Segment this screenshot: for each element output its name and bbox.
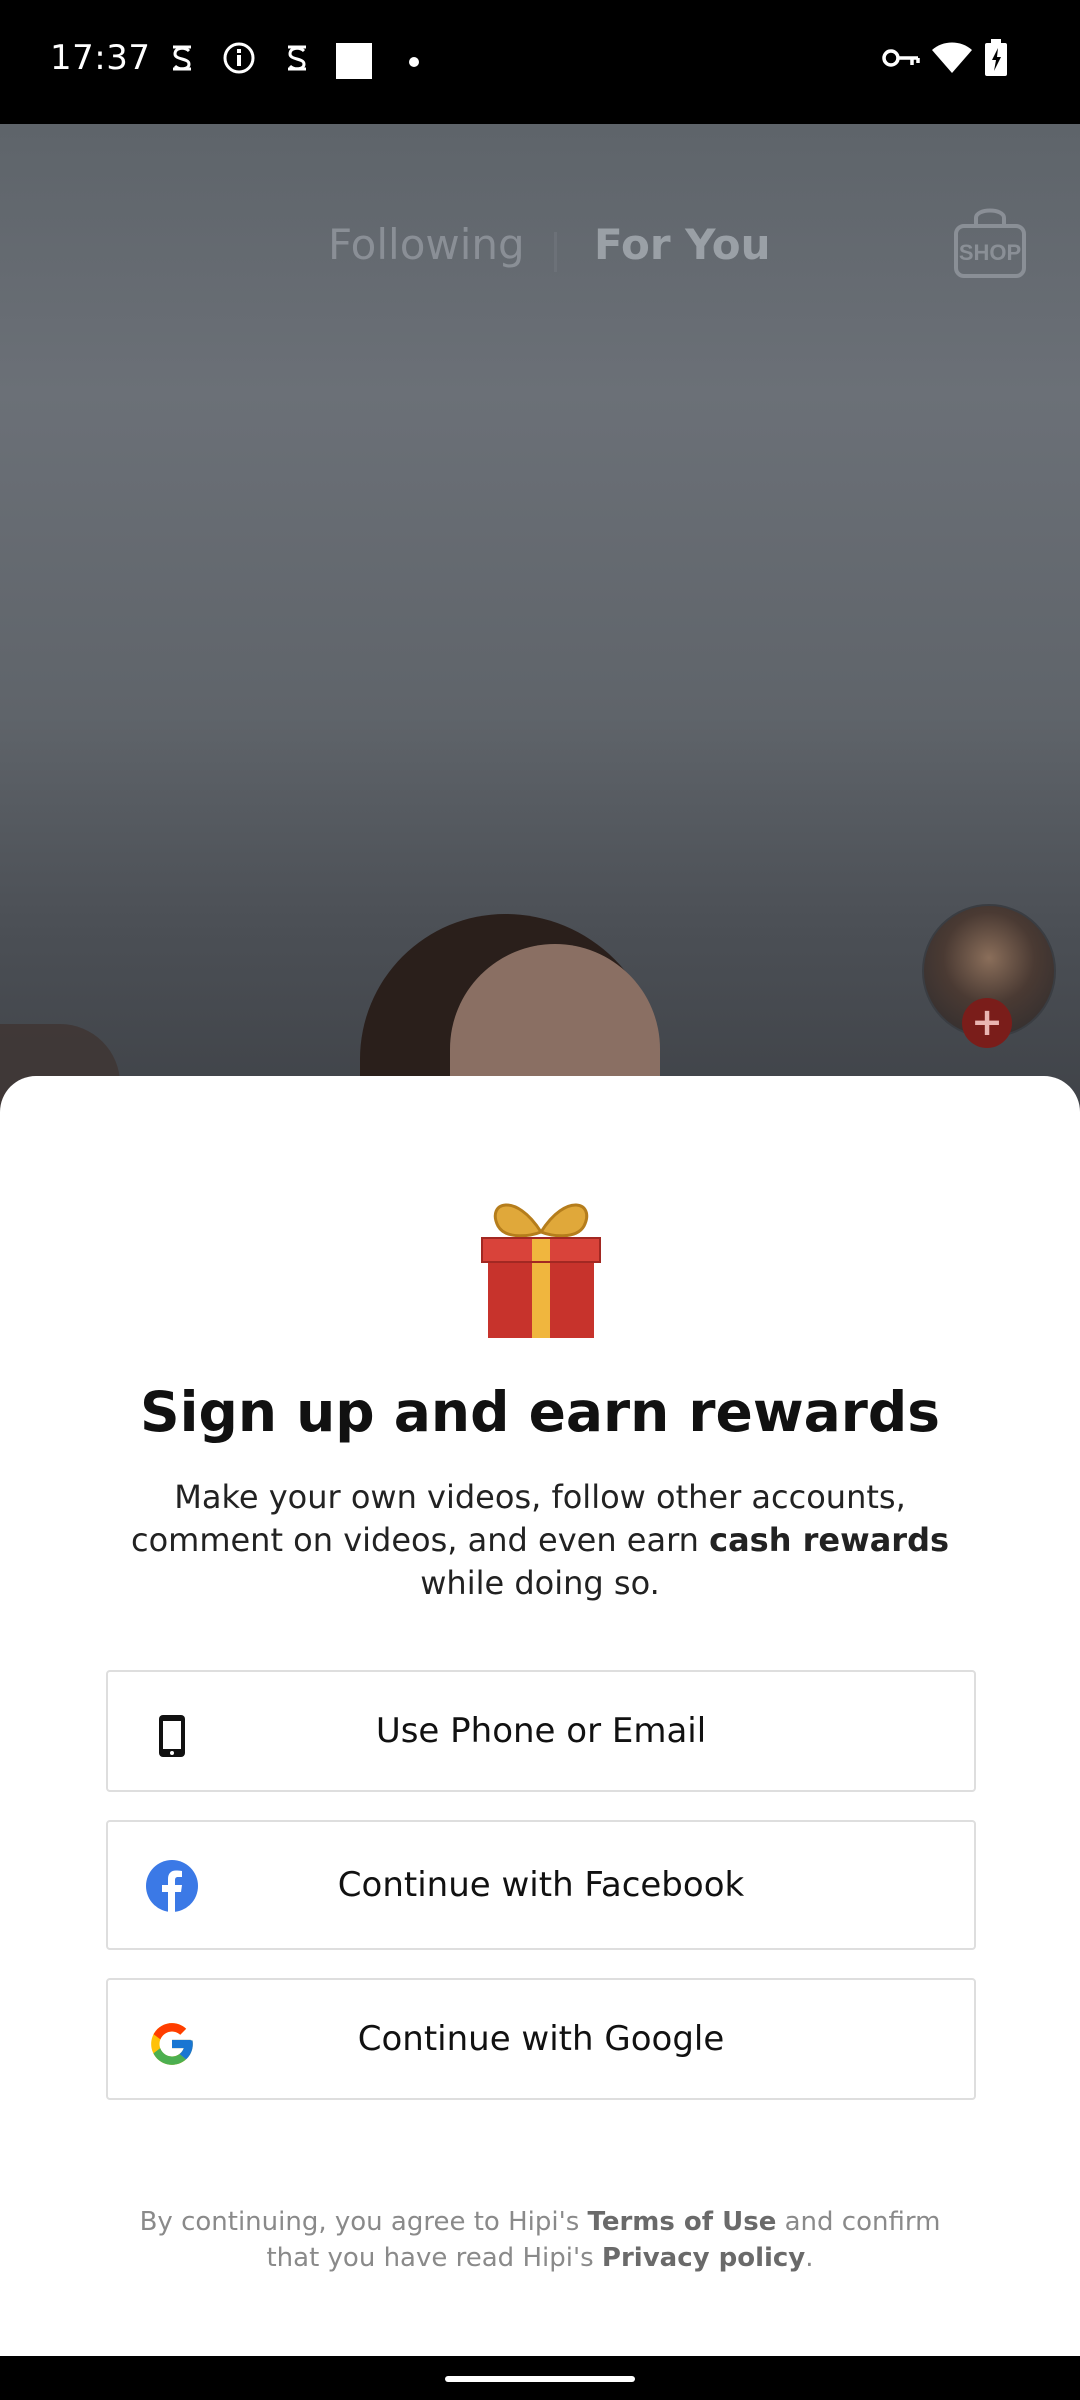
tab-for-you[interactable]: For You — [594, 220, 771, 269]
feed-tabs: Following For You — [0, 214, 1080, 278]
use-phone-or-email-button[interactable]: Use Phone or Email — [106, 1670, 976, 1792]
sheet-title: Sign up and earn rewards — [139, 1380, 941, 1444]
status-bar: 17:37 — [0, 0, 1080, 124]
shop-bag-icon: SHOP — [954, 208, 1026, 278]
sheet-subtitle: Make your own videos, follow other accou… — [130, 1478, 950, 1602]
terms-of-use-link[interactable]: Terms of Use — [588, 2207, 777, 2237]
more-notifications-dot-icon — [409, 57, 419, 67]
shop-button[interactable]: SHOP — [950, 204, 1030, 280]
continue-with-google-button[interactable]: Continue with Google — [106, 1978, 976, 2100]
use-phone-or-email-label: Use Phone or Email — [375, 1711, 707, 1751]
status-time: 17:37 — [50, 38, 151, 78]
home-gesture-handle[interactable] — [445, 2376, 635, 2382]
notification-s-icon — [164, 40, 200, 76]
wifi-icon — [930, 40, 974, 76]
battery-charging-icon — [982, 39, 1010, 76]
video-feed[interactable] — [0, 124, 1080, 1200]
tab-following[interactable]: Following — [328, 220, 525, 269]
continue-with-facebook-label: Continue with Facebook — [337, 1865, 745, 1905]
gift-icon — [476, 1192, 606, 1342]
legal-text: By continuing, you agree to Hipi's Terms… — [139, 2207, 941, 2273]
tab-divider — [554, 232, 557, 272]
privacy-policy-link[interactable]: Privacy policy — [602, 2243, 805, 2273]
info-icon — [221, 40, 257, 76]
follow-button[interactable]: + — [962, 998, 1012, 1048]
vpn-key-icon — [882, 40, 922, 76]
continue-with-facebook-button[interactable]: Continue with Facebook — [106, 1820, 976, 1950]
shop-label: SHOP — [959, 240, 1021, 265]
notification-square-icon — [336, 43, 372, 79]
notification-s-icon-2 — [279, 40, 315, 76]
continue-with-google-label: Continue with Google — [357, 2019, 725, 2059]
